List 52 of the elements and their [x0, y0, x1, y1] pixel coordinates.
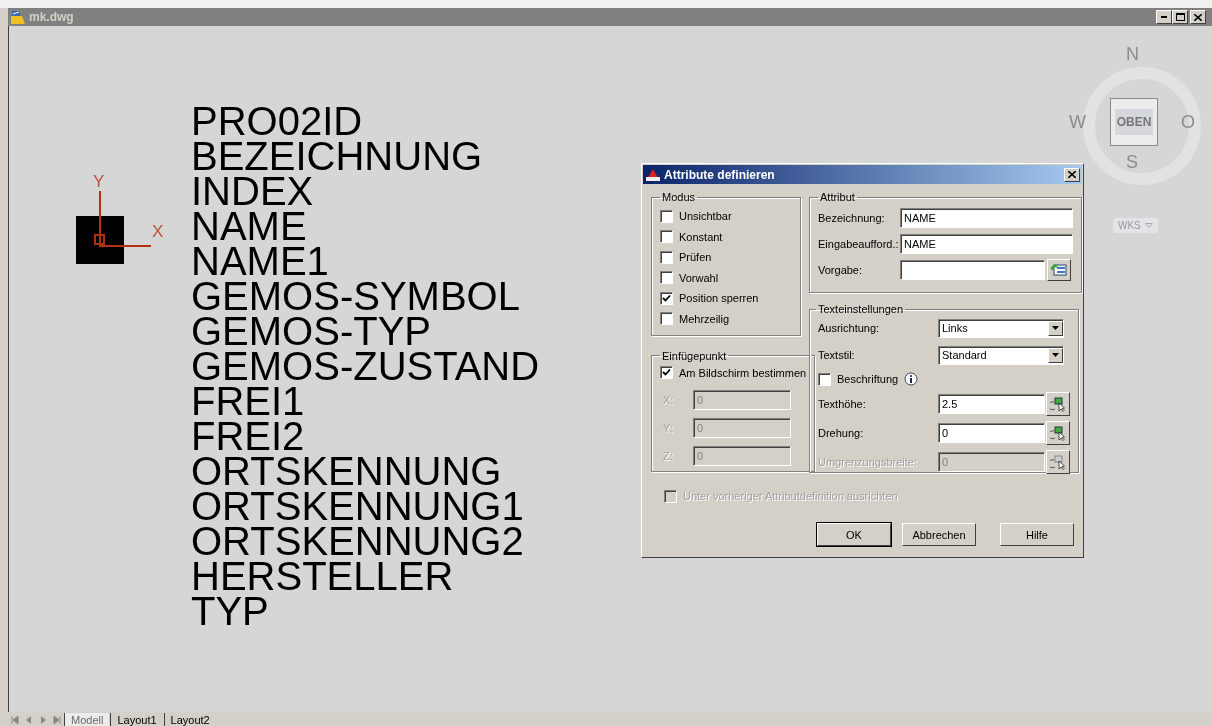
attribute-tag: NAME1 — [191, 244, 540, 279]
group-title: Modus — [661, 191, 697, 203]
attribute-tag: TYP — [191, 594, 540, 629]
axis-label: Y — [93, 173, 105, 190]
checkbox-label: Position sperren — [679, 292, 759, 304]
layout-tab[interactable]: Layout2 — [163, 713, 216, 726]
text-field[interactable]: NAME — [900, 208, 1073, 228]
dropdown[interactable]: Links — [938, 318, 1064, 338]
attribute-tag: FREI2 — [191, 419, 540, 454]
attribute-tag: HERSTELLER — [191, 559, 540, 594]
dialog-title: Attribute definieren — [664, 167, 775, 182]
checkbox-label: Unsichtbar — [679, 210, 732, 222]
text-field[interactable]: NAME — [900, 234, 1073, 254]
attribute-tag: ORTSKENNUNG2 — [191, 524, 540, 559]
attribute-tag: ORTSKENNUNG1 — [191, 489, 540, 524]
attribute-tag: GEMOS-TYP — [191, 314, 540, 349]
window-title: mk.dwg — [29, 10, 74, 24]
attribute-tag: ORTSKENNUNG — [191, 454, 540, 489]
group-title: Attribut — [819, 191, 856, 203]
axis-label: X — [152, 223, 164, 240]
dialog-button[interactable]: Hilfe — [1000, 523, 1074, 546]
field-label: Textstil: — [818, 349, 856, 361]
checkbox-label: Mehrzeilig — [679, 312, 730, 325]
field-label: Drehung: — [818, 427, 865, 439]
attribute-tag: GEMOS-SYMBOL — [191, 279, 540, 314]
field-label: Vorgabe: — [818, 264, 864, 276]
attribute-tag: INDEX — [191, 174, 540, 209]
checkbox-label: Prüfen — [679, 251, 712, 263]
checkbox-label: Am Bildschirm bestimmen — [679, 366, 807, 379]
dropdown[interactable]: Standard — [938, 345, 1064, 365]
attribute-tag: FREI1 — [191, 384, 540, 419]
field-label: Bezeichnung: — [818, 212, 886, 224]
text-field[interactable]: 2.5 — [938, 394, 1045, 414]
view-cube[interactable]: OBEN — [1110, 98, 1158, 146]
layout-tab[interactable]: Layout1 — [110, 713, 163, 726]
field-label: Ausrichtung: — [818, 322, 881, 334]
group-title: Texteinstellungen — [817, 303, 904, 315]
attribute-tag: NAME — [191, 209, 540, 244]
field-label: Texthöhe: — [818, 398, 867, 410]
text-field[interactable]: 0 — [938, 423, 1045, 443]
cube-face-label[interactable]: OBEN — [1114, 109, 1154, 135]
checkbox-label: Vorwahl — [679, 271, 719, 284]
checkbox-label: Konstant — [679, 230, 723, 243]
checkbox-label: Beschriftung — [837, 373, 899, 385]
attribute-tag: GEMOS-ZUSTAND — [191, 349, 540, 384]
group-title: Einfügepunkt — [661, 349, 728, 362]
field-label: Eingabeaufford.: — [818, 238, 900, 250]
attribute-tag: BEZEICHNUNG — [191, 139, 540, 174]
dialog-button[interactable]: Abbrechen — [902, 523, 976, 546]
attribute-tag: PRO02ID — [191, 104, 540, 139]
layout-tab[interactable]: Modell — [64, 713, 110, 726]
dialog-button[interactable]: OK — [817, 523, 891, 546]
